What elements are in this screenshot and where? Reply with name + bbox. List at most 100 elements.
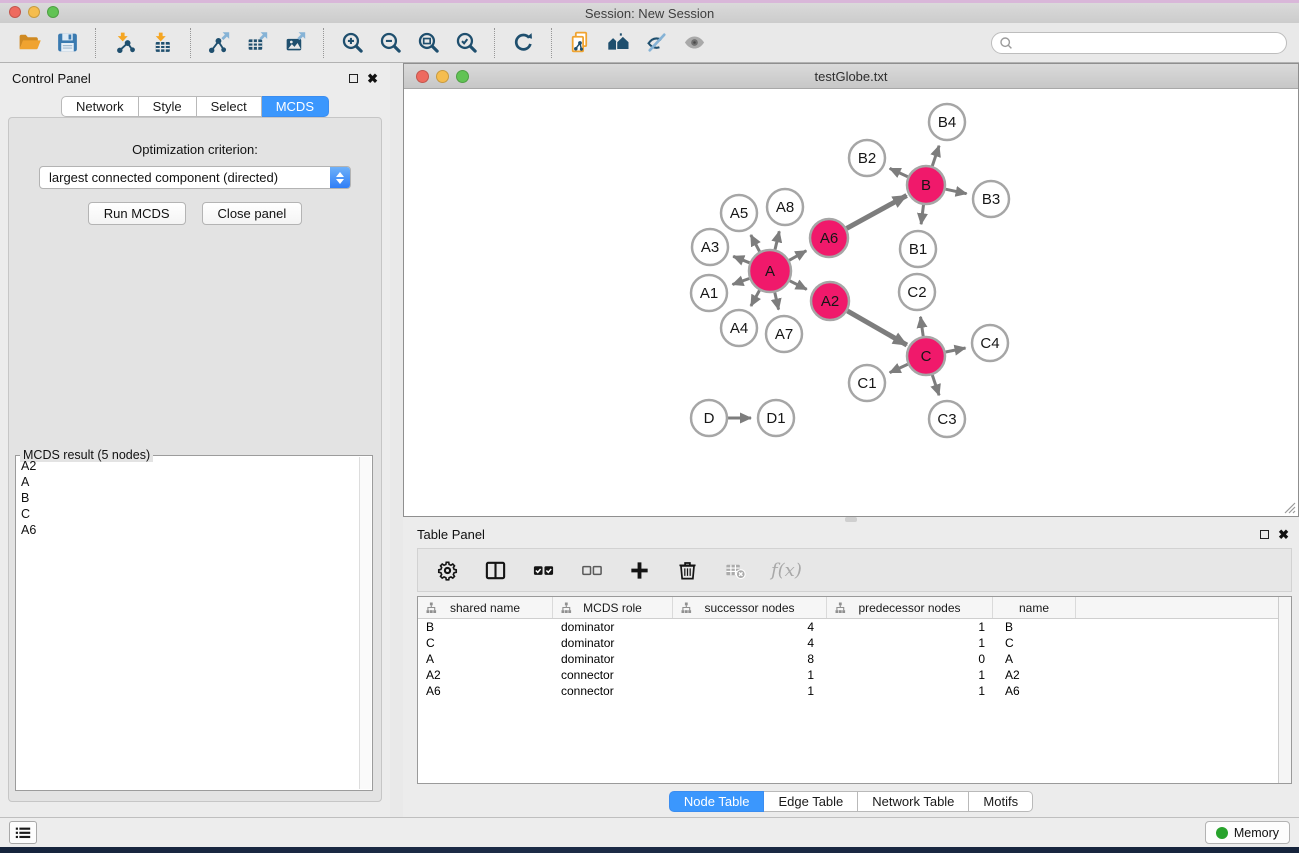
import-network-button[interactable] bbox=[105, 27, 143, 59]
float-panel-icon[interactable] bbox=[349, 74, 358, 83]
graph-node-A4[interactable]: A4 bbox=[721, 310, 757, 346]
graph-node-A[interactable]: A bbox=[749, 250, 791, 292]
memory-button[interactable]: Memory bbox=[1205, 821, 1290, 844]
result-list-item[interactable]: A bbox=[17, 475, 358, 491]
graph-node-A2[interactable]: A2 bbox=[811, 282, 849, 320]
split-divider-handle[interactable] bbox=[845, 517, 857, 522]
graph-node-C3[interactable]: C3 bbox=[929, 401, 965, 437]
graph-node-C[interactable]: C bbox=[907, 337, 945, 375]
graph-edge-A-A1[interactable] bbox=[733, 279, 750, 285]
graph-node-C2[interactable]: C2 bbox=[899, 274, 935, 310]
graph-node-A5[interactable]: A5 bbox=[721, 195, 757, 231]
graph-node-B[interactable]: B bbox=[907, 166, 945, 204]
table-tab-node-table[interactable]: Node Table bbox=[669, 791, 765, 812]
table-tab-motifs[interactable]: Motifs bbox=[969, 791, 1033, 812]
tab-style[interactable]: Style bbox=[139, 96, 197, 117]
table-float-panel-icon[interactable] bbox=[1260, 530, 1269, 539]
graph-edge-A2-C[interactable] bbox=[847, 311, 907, 345]
search-input[interactable] bbox=[1017, 35, 1279, 51]
open-session-button[interactable] bbox=[10, 27, 48, 59]
tab-network[interactable]: Network bbox=[61, 96, 139, 117]
table-row[interactable]: A6connector11A6 bbox=[418, 683, 1291, 699]
show-graphics-details-button[interactable] bbox=[675, 27, 713, 59]
import-table-button[interactable] bbox=[143, 27, 181, 59]
graph-node-A6[interactable]: A6 bbox=[810, 219, 848, 257]
graph-edge-C-C1[interactable] bbox=[890, 364, 908, 372]
graph-edge-A-A5[interactable] bbox=[751, 235, 760, 252]
task-history-button[interactable] bbox=[9, 821, 37, 844]
graph-node-C1[interactable]: C1 bbox=[849, 365, 885, 401]
result-list-item[interactable]: B bbox=[17, 491, 358, 507]
graph-edge-B-B4[interactable] bbox=[932, 146, 939, 166]
zoom-selected-button[interactable] bbox=[447, 27, 485, 59]
save-session-button[interactable] bbox=[48, 27, 86, 59]
delete-table-button[interactable] bbox=[723, 558, 747, 582]
graph-edge-A-A6[interactable] bbox=[789, 251, 806, 261]
run-mcds-button[interactable]: Run MCDS bbox=[88, 202, 186, 225]
table-close-panel-icon[interactable]: ✖ bbox=[1278, 528, 1289, 541]
zoom-out-button[interactable] bbox=[371, 27, 409, 59]
network-minimize-button[interactable] bbox=[436, 70, 449, 83]
graph-node-D[interactable]: D bbox=[691, 400, 727, 436]
resize-grip-icon[interactable] bbox=[1284, 502, 1296, 514]
graph-node-A7[interactable]: A7 bbox=[766, 316, 802, 352]
graph-edge-A-A8[interactable] bbox=[775, 231, 779, 249]
result-list-scrollbar[interactable] bbox=[359, 457, 371, 789]
home-button[interactable] bbox=[599, 27, 637, 59]
graph-edge-B-B2[interactable] bbox=[890, 168, 908, 176]
zoom-in-button[interactable] bbox=[333, 27, 371, 59]
column-header-shared-name[interactable]: shared name bbox=[418, 597, 553, 618]
table-row[interactable]: A2connector11A2 bbox=[418, 667, 1291, 683]
graph-edge-B-B1[interactable] bbox=[921, 205, 923, 224]
export-network-button[interactable] bbox=[200, 27, 238, 59]
export-image-button[interactable] bbox=[276, 27, 314, 59]
table-row[interactable]: Bdominator41B bbox=[418, 619, 1291, 635]
close-panel-icon[interactable]: ✖ bbox=[367, 72, 378, 85]
add-column-button[interactable] bbox=[627, 558, 651, 582]
graph-node-C4[interactable]: C4 bbox=[972, 325, 1008, 361]
table-row[interactable]: Adominator80A bbox=[418, 651, 1291, 667]
tab-mcds[interactable]: MCDS bbox=[262, 96, 329, 117]
maximize-window-button[interactable] bbox=[47, 6, 59, 18]
tab-select[interactable]: Select bbox=[197, 96, 262, 117]
graph-node-A8[interactable]: A8 bbox=[767, 189, 803, 225]
close-panel-button[interactable]: Close panel bbox=[202, 202, 303, 225]
split-columns-button[interactable] bbox=[483, 558, 507, 582]
network-maximize-button[interactable] bbox=[456, 70, 469, 83]
graph-edge-A6-B[interactable] bbox=[847, 196, 907, 229]
search-box[interactable] bbox=[991, 32, 1287, 54]
function-builder-button[interactable]: f(x) bbox=[771, 560, 802, 581]
criterion-select[interactable]: largest connected component (directed) bbox=[39, 166, 351, 189]
panel-split-divider[interactable] bbox=[390, 63, 403, 817]
table-tab-network-table[interactable]: Network Table bbox=[858, 791, 969, 812]
graph-node-B3[interactable]: B3 bbox=[973, 181, 1009, 217]
hide-graphics-details-button[interactable] bbox=[637, 27, 675, 59]
clone-network-button[interactable] bbox=[561, 27, 599, 59]
column-header-MCDS-role[interactable]: MCDS role bbox=[553, 597, 673, 618]
column-header-predecessor-nodes[interactable]: predecessor nodes bbox=[827, 597, 993, 618]
delete-column-button[interactable] bbox=[675, 558, 699, 582]
result-list-item[interactable]: C bbox=[17, 507, 358, 523]
minimize-window-button[interactable] bbox=[28, 6, 40, 18]
network-close-button[interactable] bbox=[416, 70, 429, 83]
network-graph[interactable]: AA6A2BCA1A3A4A5A7A8B1B2B3B4C1C2C3C4DD1 bbox=[404, 89, 1298, 515]
graph-node-A1[interactable]: A1 bbox=[691, 275, 727, 311]
graph-node-D1[interactable]: D1 bbox=[758, 400, 794, 436]
graph-edge-A-A7[interactable] bbox=[775, 293, 779, 310]
graph-edge-C-C4[interactable] bbox=[946, 348, 966, 352]
table-tab-edge-table[interactable]: Edge Table bbox=[764, 791, 858, 812]
select-all-columns-button[interactable] bbox=[531, 558, 555, 582]
graph-node-B4[interactable]: B4 bbox=[929, 104, 965, 140]
column-header-successor-nodes[interactable]: successor nodes bbox=[673, 597, 827, 618]
graph-node-B2[interactable]: B2 bbox=[849, 140, 885, 176]
apply-layout-refresh-button[interactable] bbox=[504, 27, 542, 59]
graph-edge-B-B3[interactable] bbox=[946, 189, 967, 194]
deselect-all-columns-button[interactable] bbox=[579, 558, 603, 582]
graph-node-A3[interactable]: A3 bbox=[692, 229, 728, 265]
graph-edge-C-C3[interactable] bbox=[932, 375, 939, 395]
zoom-fit-button[interactable] bbox=[409, 27, 447, 59]
result-list-item[interactable]: A6 bbox=[17, 523, 358, 539]
close-window-button[interactable] bbox=[9, 6, 21, 18]
export-table-button[interactable] bbox=[238, 27, 276, 59]
table-row[interactable]: Cdominator41C bbox=[418, 635, 1291, 651]
